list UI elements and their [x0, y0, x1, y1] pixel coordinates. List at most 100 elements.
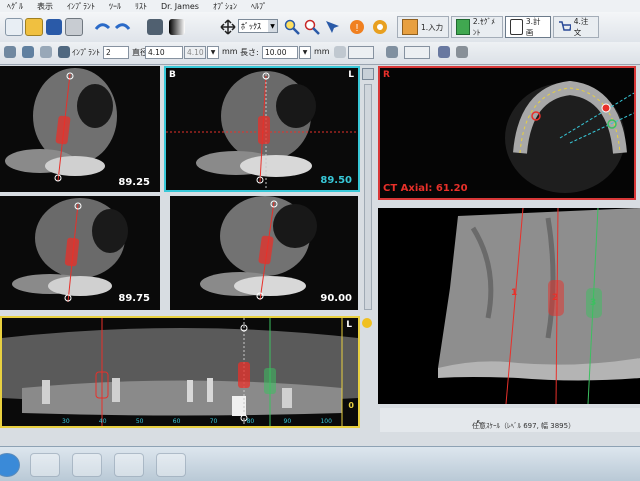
implant-tool-2-icon[interactable] [18, 42, 38, 62]
angle-field [348, 46, 374, 59]
implant-tool-4-icon[interactable] [54, 42, 74, 62]
taskbar-explorer-icon[interactable] [30, 453, 60, 477]
chevron-down-icon[interactable]: ▼ [268, 20, 277, 32]
implant-tool-1-icon[interactable] [0, 42, 20, 62]
implant-label: ｲﾝﾌﾟﾗﾝﾄ [72, 48, 100, 57]
implant-toolbar: ｲﾝﾌﾟﾗﾝﾄ 2 直径: 4.10 4.10 ▼ mm 長さ: 10.00 ▼… [0, 42, 640, 65]
length-label: 長さ: [240, 48, 259, 57]
cross-section-view-4[interactable]: 90.00 [170, 196, 358, 310]
move-icon[interactable] [218, 16, 238, 38]
implant-1-label: 1 [511, 288, 518, 298]
redo-icon[interactable] [113, 16, 133, 38]
buccal-label: B [169, 70, 176, 80]
cross-section-2-graphic [166, 68, 358, 190]
cursor-icon[interactable] [322, 16, 342, 38]
zoom-icon[interactable] [282, 16, 302, 38]
help-icon[interactable] [370, 16, 390, 38]
view-options-icon[interactable] [362, 68, 374, 80]
length-unit: mm [314, 47, 330, 56]
menu-options[interactable]: ｵﾌﾟｼｮﾝ [206, 1, 244, 12]
diameter-alt-field: 4.10 [184, 46, 206, 59]
ct-axial-view[interactable]: R CT Axial: 61.20 [378, 66, 636, 200]
folder-icon [402, 19, 418, 35]
tilt-field [404, 46, 430, 59]
implant-3-label: 3 [590, 298, 597, 308]
scale-tick: 60 [172, 418, 181, 425]
cross-section-view-3[interactable]: 89.75 [0, 196, 160, 310]
panoramic-view[interactable]: L 0 30 40 50 60 70 80 90 100 [0, 316, 360, 428]
length-field[interactable]: 10.00 [262, 46, 298, 59]
contrast-icon[interactable] [167, 16, 187, 38]
length-dropdown[interactable]: ▼ [299, 46, 311, 59]
save-icon[interactable] [44, 16, 64, 38]
axial-graphic [380, 68, 634, 198]
3d-volume-view[interactable]: 1 2 3 [378, 208, 640, 404]
print-icon[interactable] [64, 16, 84, 38]
undo-icon[interactable] [92, 16, 112, 38]
slice-position-value: 89.50 [320, 175, 352, 186]
tilt-icon[interactable] [382, 42, 402, 62]
implant-tool-3-icon[interactable] [36, 42, 56, 62]
menu-tools[interactable]: ﾂｰﾙ [102, 1, 128, 12]
diameter-unit: mm [222, 47, 238, 56]
volume-graphic [378, 208, 640, 404]
rotate-icon[interactable] [330, 42, 350, 62]
vertical-scrollbar[interactable] [364, 84, 372, 310]
view-mode-select[interactable]: ﾎﾞｯｸｽ ▼ [238, 19, 278, 33]
menu-implant[interactable]: ｲﾝﾌﾟﾗﾝﾄ [60, 1, 102, 12]
info-icon[interactable]: ! [347, 16, 367, 38]
axial-title: CT Axial: 61.20 [383, 183, 468, 194]
menu-list[interactable]: ﾘｽﾄ [128, 1, 154, 12]
mode-segment-button[interactable]: 2.ｾｸﾞﾒﾝﾄ [451, 16, 503, 38]
mode-input-label: 1.入力 [421, 22, 444, 32]
panoramic-scale: 30 40 50 60 70 80 90 100 [62, 418, 332, 425]
window-icon[interactable] [145, 16, 165, 38]
taskbar-window-icon[interactable] [156, 453, 186, 477]
mode-input-button[interactable]: 1.入力 [397, 16, 449, 38]
new-icon[interactable] [4, 16, 24, 38]
cross-section-view-1[interactable]: 89.25 [0, 66, 160, 192]
segment-icon [456, 19, 470, 35]
anchor-icon[interactable] [434, 42, 454, 62]
scale-tick: 30 [62, 418, 70, 425]
mode-plan-button[interactable]: 3.計画 [505, 16, 551, 38]
main-toolbar: ﾎﾞｯｸｽ ▼ ! 1.入力 2.ｾｸﾞﾒﾝﾄ 3.計画 4.注文 [0, 12, 640, 43]
menu-help[interactable]: ﾍﾙﾌﾟ [244, 1, 274, 12]
diameter-dropdown[interactable]: ▼ [207, 46, 219, 59]
mode-order-label: 4.注文 [573, 17, 589, 37]
cross-section-1-graphic [0, 66, 160, 192]
slice-position-value: 90.00 [320, 293, 352, 304]
taskbar-media-icon[interactable] [72, 453, 102, 477]
slice-position-value: 89.75 [118, 293, 150, 304]
scale-tick: 80 [246, 418, 255, 425]
scale-tick: 40 [98, 418, 107, 425]
scale-tick: 50 [135, 418, 144, 425]
menu-view[interactable]: 表示 [30, 1, 60, 12]
mode-segment-label: 2.ｾｸﾞﾒﾝﾄ [472, 17, 496, 37]
diameter-field[interactable]: 4.10 [145, 46, 183, 59]
implant-2-label: 2 [552, 293, 559, 303]
left-label: L [346, 320, 352, 330]
mode-plan-label: 3.計画 [525, 17, 541, 37]
panoramic-graphic [2, 318, 358, 426]
lock-icon[interactable] [452, 42, 472, 62]
view-mode-value: ﾎﾞｯｸｽ [241, 21, 261, 31]
right-label: R [383, 70, 390, 80]
measure-icon[interactable] [302, 16, 322, 38]
os-taskbar [0, 446, 640, 481]
start-button[interactable] [0, 453, 20, 477]
taskbar-app-icon[interactable] [114, 453, 144, 477]
status-text: 任意ｽｹｰﾙ（ﾚﾍﾞﾙ 697, 幅 3895） [472, 422, 576, 430]
mode-order-button[interactable]: 4.注文 [553, 16, 599, 38]
menu-file[interactable]: ﾍｸﾞﾙ [0, 1, 30, 12]
scale-tick: 70 [209, 418, 218, 425]
status-bar: 任意ｽｹｰﾙ（ﾚﾍﾞﾙ 697, 幅 3895） ↖ [380, 408, 640, 432]
cursor-pointer-icon: ↖ [476, 418, 483, 427]
svg-text:!: ! [356, 23, 359, 34]
open-icon[interactable] [24, 16, 44, 38]
implant-number-field[interactable]: 2 [103, 46, 129, 59]
menu-doctor[interactable]: Dr. James [154, 2, 206, 11]
slice-position-value: 89.25 [118, 177, 150, 188]
cross-section-view-2[interactable]: B L 89.50 [164, 66, 360, 192]
scale-tick: 100 [320, 418, 332, 425]
